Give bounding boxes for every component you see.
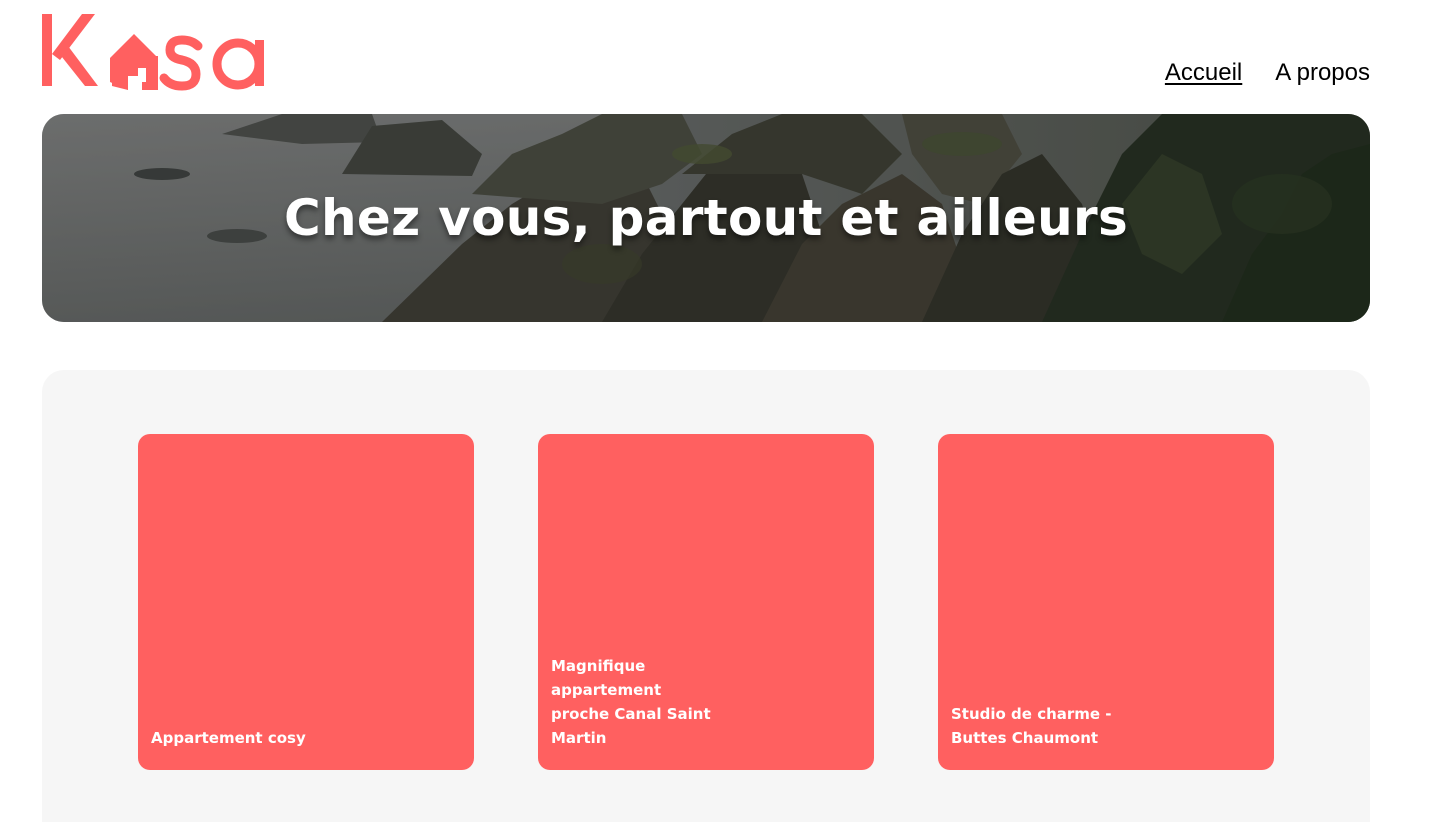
- listing-card[interactable]: Studio de charme - Buttes Chaumont: [938, 434, 1274, 770]
- nav-link-accueil[interactable]: Accueil: [1165, 58, 1242, 88]
- listing-card-title: Magnifique appartement proche Canal Sain…: [551, 657, 711, 747]
- kasa-logo-icon: [42, 14, 264, 91]
- listing-card-title: Studio de charme - Buttes Chaumont: [951, 705, 1112, 747]
- kasa-logo[interactable]: [42, 12, 284, 92]
- main-nav: Accueil A propos: [1165, 58, 1370, 88]
- listings-gallery: Appartement cosy Magnifique appartement …: [42, 370, 1370, 822]
- listing-card[interactable]: Appartement cosy: [138, 434, 474, 770]
- listing-card-title: Appartement cosy: [151, 729, 306, 747]
- listing-card[interactable]: Magnifique appartement proche Canal Sain…: [538, 434, 874, 770]
- hero-banner: Chez vous, partout et ailleurs: [42, 114, 1370, 322]
- banner-title: Chez vous, partout et ailleurs: [283, 189, 1129, 247]
- nav-link-a-propos[interactable]: A propos: [1275, 58, 1370, 88]
- page: Accueil A propos Chez vous, partout et a…: [0, 0, 1433, 822]
